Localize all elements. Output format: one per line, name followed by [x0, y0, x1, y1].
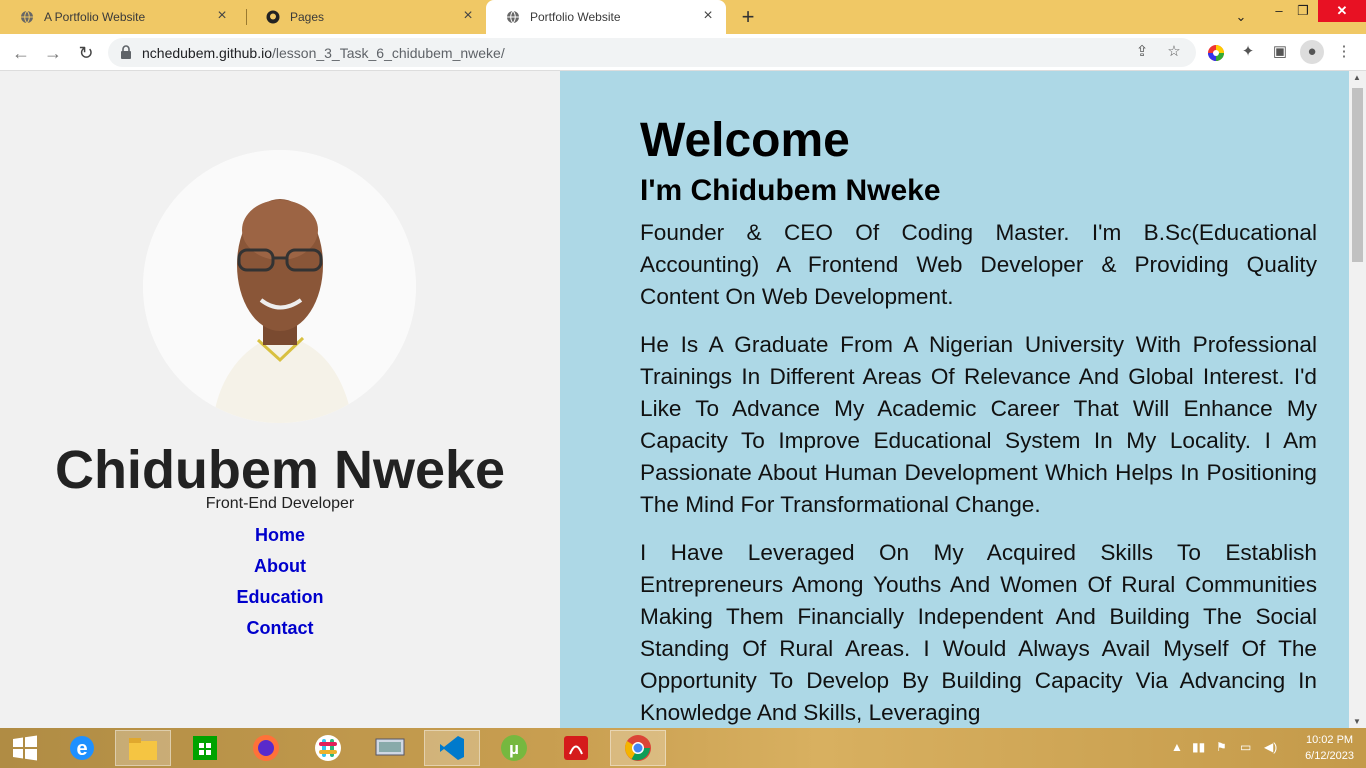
intro-subheading: I'm Chidubem Nweke [640, 174, 941, 207]
file-explorer-icon[interactable] [115, 730, 171, 766]
side-panel-icon[interactable]: ▣ [1270, 42, 1290, 62]
profile-name: Chidubem Nweke [54, 440, 506, 500]
tab-portfolio-1[interactable]: A Portfolio Website × [0, 0, 240, 34]
tab-title: Pages [290, 10, 325, 24]
forward-icon[interactable]: → [42, 42, 64, 64]
svg-text:e: e [76, 738, 87, 760]
utorrent-icon[interactable]: µ [486, 730, 542, 766]
bio-paragraph-3: I Have Leveraged On My Acquired Skills T… [640, 540, 1317, 725]
globe-icon [507, 10, 519, 24]
slack-icon[interactable] [300, 730, 356, 766]
scrollbar-thumb[interactable] [1352, 88, 1363, 262]
extensions-puzzle-icon[interactable]: ✦ [1238, 42, 1258, 62]
svg-text:µ: µ [509, 739, 519, 758]
chrome-icon[interactable] [610, 730, 666, 766]
tab-pages[interactable]: Pages × [246, 0, 486, 34]
notification-flag-icon[interactable]: ⚑ [1216, 740, 1227, 754]
url-text: nchedubem.github.io/lesson_3_Task_6_chid… [142, 45, 505, 61]
close-tab-icon[interactable]: × [700, 8, 716, 24]
tab-strip: A Portfolio Website × Pages × Portfolio … [0, 0, 1366, 34]
store-icon[interactable] [177, 730, 233, 766]
minimize-icon[interactable]: – [1268, 0, 1290, 22]
close-window-icon[interactable]: ✕ [1318, 0, 1366, 22]
page-viewport: Chidubem Nweke Front-End Developer Home … [0, 71, 1349, 728]
keyboard-icon[interactable] [362, 730, 418, 766]
network-signal-icon[interactable]: ▮▮ [1192, 740, 1205, 754]
browser-toolbar: ← → ↻ nchedubem.github.io/lesson_3_Task_… [0, 34, 1366, 71]
bio-paragraph-2: He Is A Graduate From A Nigerian Univers… [640, 332, 1317, 517]
scroll-up-icon[interactable]: ▲ [1353, 73, 1361, 82]
tab-title: Portfolio Website [530, 10, 621, 24]
windows-logo-icon [13, 735, 37, 761]
page-scrollbar[interactable]: ▲ ▼ [1349, 71, 1366, 728]
bio-paragraph-1: Founder & CEO Of Coding Master. I'm B.Sc… [640, 220, 1317, 309]
profile-sidebar: Chidubem Nweke Front-End Developer Home … [0, 71, 560, 728]
profile-role: Front-End Developer [205, 495, 355, 512]
back-icon[interactable]: ← [10, 42, 32, 64]
address-bar[interactable]: nchedubem.github.io/lesson_3_Task_6_chid… [108, 38, 1196, 67]
bookmark-star-icon[interactable]: ☆ [1164, 42, 1184, 62]
tab-portfolio-active[interactable]: Portfolio Website × [486, 0, 726, 34]
menu-kebab-icon[interactable]: ⋮ [1334, 42, 1354, 62]
acrobat-icon[interactable] [548, 730, 604, 766]
volume-icon[interactable]: ◀) [1264, 740, 1277, 754]
sidebar-nav: Home About Education Contact [0, 523, 560, 647]
url-path: /lesson_3_Task_6_chidubem_nweke/ [272, 45, 505, 61]
restore-icon[interactable]: ❐ [1292, 0, 1314, 22]
taskbar-clock[interactable]: 10:02 PM 6/12/2023 [1305, 732, 1354, 764]
new-tab-button[interactable]: + [736, 5, 760, 29]
clock-time: 10:02 PM [1305, 734, 1354, 746]
lock-icon [121, 45, 131, 59]
profile-avatar-icon[interactable]: ● [1300, 40, 1324, 64]
start-button[interactable] [0, 730, 50, 766]
clock-date: 6/12/2023 [1305, 750, 1354, 762]
nav-link-home[interactable]: Home [0, 523, 560, 554]
close-tab-icon[interactable]: × [460, 8, 476, 24]
battery-icon[interactable]: ▭ [1240, 740, 1251, 754]
windows-taskbar: e µ ▲ ▮▮ ⚑ ▭ ◀) 10:02 PM 6/12/2023 [0, 728, 1366, 768]
url-host: nchedubem.github.io [142, 45, 272, 61]
close-tab-icon[interactable]: × [214, 8, 230, 24]
firefox-icon[interactable] [238, 730, 294, 766]
main-content: Welcome I'm Chidubem Nweke Founder & CEO… [560, 71, 1349, 728]
tray-chevron-icon[interactable]: ▲ [1171, 740, 1183, 754]
profile-photo [143, 150, 416, 423]
vscode-icon[interactable] [424, 730, 480, 766]
github-icon [266, 10, 280, 24]
tab-title: A Portfolio Website [44, 10, 146, 24]
nav-link-education[interactable]: Education [0, 585, 560, 616]
scroll-down-icon[interactable]: ▼ [1353, 717, 1361, 726]
nav-link-contact[interactable]: Contact [0, 616, 560, 647]
color-extension-icon[interactable] [1207, 44, 1225, 62]
globe-icon [21, 10, 33, 24]
welcome-heading: Welcome [640, 114, 850, 167]
share-icon[interactable]: ⇪ [1132, 42, 1152, 62]
reload-icon[interactable]: ↻ [75, 42, 97, 64]
ie-icon[interactable]: e [54, 730, 110, 766]
nav-link-about[interactable]: About [0, 554, 560, 585]
tab-search-icon[interactable]: ⌄ [1230, 6, 1252, 28]
